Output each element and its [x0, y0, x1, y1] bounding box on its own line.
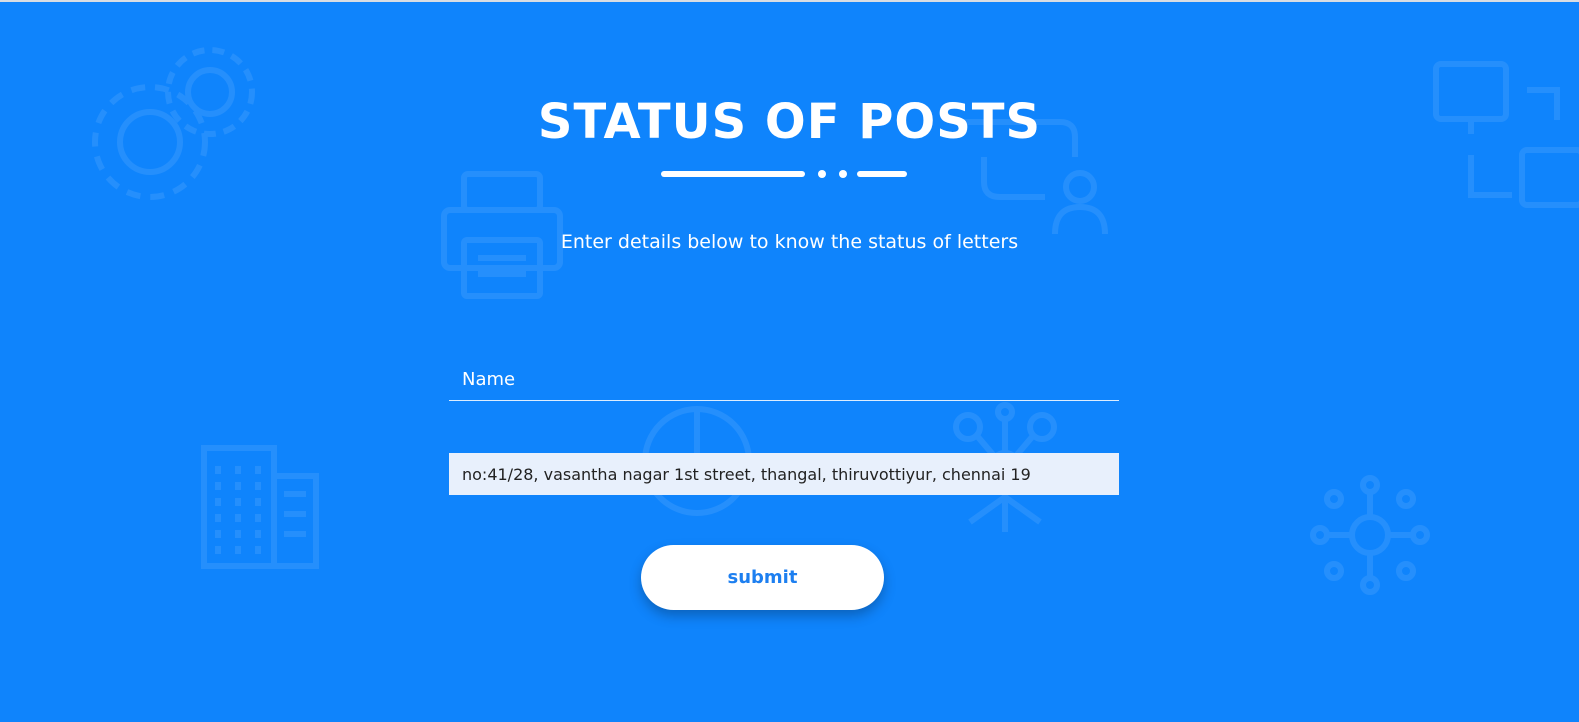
submit-button[interactable]: submit — [641, 545, 884, 610]
page-title: STATUS OF POSTS — [537, 94, 1042, 150]
name-input[interactable] — [449, 359, 1119, 401]
status-form-section: STATUS OF POSTS Enter details below to k… — [0, 2, 1579, 722]
address-input[interactable] — [449, 453, 1119, 495]
page-subtitle: Enter details below to know the status o… — [560, 231, 1019, 253]
title-divider — [661, 167, 911, 181]
